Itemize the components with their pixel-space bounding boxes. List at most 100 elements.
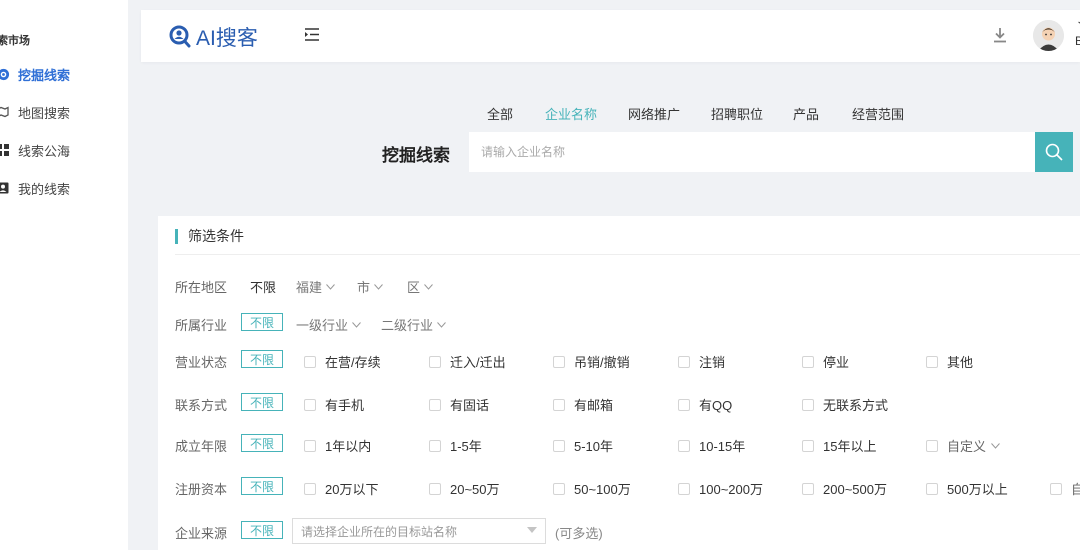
search-logo-icon xyxy=(169,25,191,48)
search-button[interactable] xyxy=(1035,132,1073,172)
chevron-down-icon xyxy=(437,321,446,328)
contact-option-landline[interactable]: 有固话 xyxy=(429,395,489,414)
region-unlimited[interactable]: 不限 xyxy=(250,277,276,296)
checkbox[interactable] xyxy=(1050,482,1062,495)
checkbox[interactable] xyxy=(429,439,441,452)
checkbox[interactable] xyxy=(678,482,690,495)
avatar[interactable] xyxy=(1033,20,1064,51)
tab-company-name[interactable]: 企业名称 xyxy=(545,104,597,123)
checkbox[interactable] xyxy=(553,355,565,368)
checkbox[interactable] xyxy=(304,482,316,495)
tab-job-position[interactable]: 招聘职位 xyxy=(711,104,763,123)
checkbox[interactable] xyxy=(304,398,316,411)
checkbox[interactable] xyxy=(678,439,690,452)
search-label: 挖掘线索 xyxy=(382,146,450,165)
status-option-moved[interactable]: 迁入/迁出 xyxy=(429,352,506,371)
years-option-1to5[interactable]: 1-5年 xyxy=(429,436,482,455)
filter-label-status: 营业状态 xyxy=(175,355,228,370)
app-logo[interactable]: AI搜客 xyxy=(169,22,258,52)
title-accent-bar xyxy=(175,228,178,244)
industry-level1-dropdown[interactable]: 一级行业 xyxy=(296,315,361,334)
filter-label-contact: 联系方式 xyxy=(175,398,228,413)
years-option-lt1[interactable]: 1年以内 xyxy=(304,436,371,455)
checkbox[interactable] xyxy=(926,355,938,368)
status-option-revoked[interactable]: 吊销/撤销 xyxy=(553,352,630,371)
status-option-other[interactable]: 其他 xyxy=(926,352,973,371)
checkbox[interactable] xyxy=(802,439,814,452)
chevron-down-icon xyxy=(352,321,361,328)
filter-label-capital: 注册资本 xyxy=(175,482,228,497)
capital-option-gt500w[interactable]: 500万以上 xyxy=(926,479,1008,498)
district-dropdown[interactable]: 区 xyxy=(407,277,433,296)
status-option-suspended[interactable]: 停业 xyxy=(802,352,849,371)
checkbox[interactable] xyxy=(429,482,441,495)
chevron-down-icon xyxy=(991,442,1000,449)
sidebar-item-label: 我的线索 xyxy=(18,181,71,197)
capital-option-50to100w[interactable]: 50~100万 xyxy=(553,479,631,498)
years-option-gt15[interactable]: 15年以上 xyxy=(802,436,876,455)
user-avatar-icon xyxy=(1033,20,1064,51)
sidebar-item-my-leads[interactable]: 我的线索 xyxy=(0,178,70,198)
checkbox[interactable] xyxy=(926,439,938,452)
checkbox[interactable] xyxy=(678,355,690,368)
capital-option-20to50w[interactable]: 20~50万 xyxy=(429,479,500,498)
sidebar-item-label: 线索公海 xyxy=(18,143,71,159)
search-input[interactable] xyxy=(469,132,1035,172)
checkbox[interactable] xyxy=(553,398,565,411)
status-unlimited-tag[interactable]: 不限 xyxy=(241,350,283,368)
tab-product[interactable]: 产品 xyxy=(793,104,819,123)
years-option-5to10[interactable]: 5-10年 xyxy=(553,436,613,455)
checkbox[interactable] xyxy=(802,398,814,411)
sidebar-item-lead-pool[interactable]: 线索公海 xyxy=(0,140,70,160)
province-dropdown[interactable]: 福建 xyxy=(296,277,335,296)
filter-label-years: 成立年限 xyxy=(175,439,228,454)
tab-all[interactable]: 全部 xyxy=(487,104,513,123)
years-unlimited-tag[interactable]: 不限 xyxy=(241,434,283,452)
years-option-custom[interactable]: 自定义 xyxy=(926,436,1000,455)
chevron-down-icon xyxy=(326,283,335,290)
industry-unlimited-tag[interactable]: 不限 xyxy=(241,313,283,331)
tab-business-scope[interactable]: 经营范围 xyxy=(852,104,904,123)
sidebar-item-dig-leads[interactable]: 挖掘线索 xyxy=(0,64,70,84)
checkbox[interactable] xyxy=(553,482,565,495)
tab-web-promotion[interactable]: 网络推广 xyxy=(628,104,680,123)
collapse-menu-button[interactable] xyxy=(305,28,319,44)
checkbox[interactable] xyxy=(678,398,690,411)
contact-option-qq[interactable]: 有QQ xyxy=(678,395,732,414)
divider xyxy=(175,254,1080,255)
checkbox[interactable] xyxy=(553,439,565,452)
checkbox[interactable] xyxy=(802,355,814,368)
chevron-down-icon xyxy=(424,283,433,290)
download-icon xyxy=(994,28,1006,43)
industry-level2-dropdown[interactable]: 二级行业 xyxy=(381,315,446,334)
capital-unlimited-tag[interactable]: 不限 xyxy=(241,477,283,495)
capital-option-200to500w[interactable]: 200~500万 xyxy=(802,479,887,498)
sidebar: 索市场 挖掘线索 地图搜索 线索公海 我的线索 xyxy=(0,0,128,550)
download-button[interactable] xyxy=(993,27,1007,46)
contact-unlimited-tag[interactable]: 不限 xyxy=(241,393,283,411)
filter-panel: 筛选条件 所在地区 不限 福建 市 区 所属行业 不限 一级行业 二级行业 营业… xyxy=(158,216,1080,550)
source-unlimited-tag[interactable]: 不限 xyxy=(241,521,283,539)
chevron-down-icon xyxy=(374,283,383,290)
contact-option-none[interactable]: 无联系方式 xyxy=(802,395,888,414)
status-option-cancelled[interactable]: 注销 xyxy=(678,352,725,371)
user-name[interactable]: 丶 B xyxy=(1075,17,1080,49)
checkbox[interactable] xyxy=(802,482,814,495)
contact-option-mobile[interactable]: 有手机 xyxy=(304,395,364,414)
checkbox[interactable] xyxy=(926,482,938,495)
capital-option-100to200w[interactable]: 100~200万 xyxy=(678,479,763,498)
source-site-select[interactable]: 请选择企业所在的目标站名称 xyxy=(292,518,546,544)
checkbox[interactable] xyxy=(304,355,316,368)
capital-option-custom[interactable]: 自 xyxy=(1050,479,1080,498)
checkbox[interactable] xyxy=(304,439,316,452)
contact-option-email[interactable]: 有邮箱 xyxy=(553,395,613,414)
contact-card-icon xyxy=(0,181,10,195)
checkbox[interactable] xyxy=(429,398,441,411)
years-option-10to15[interactable]: 10-15年 xyxy=(678,436,745,455)
checkbox[interactable] xyxy=(429,355,441,368)
status-option-operating[interactable]: 在营/存续 xyxy=(304,352,381,371)
multi-select-hint: (可多选) xyxy=(555,526,603,541)
capital-option-lt20w[interactable]: 20万以下 xyxy=(304,479,378,498)
caret-down-icon xyxy=(527,527,537,533)
city-dropdown[interactable]: 市 xyxy=(357,277,383,296)
